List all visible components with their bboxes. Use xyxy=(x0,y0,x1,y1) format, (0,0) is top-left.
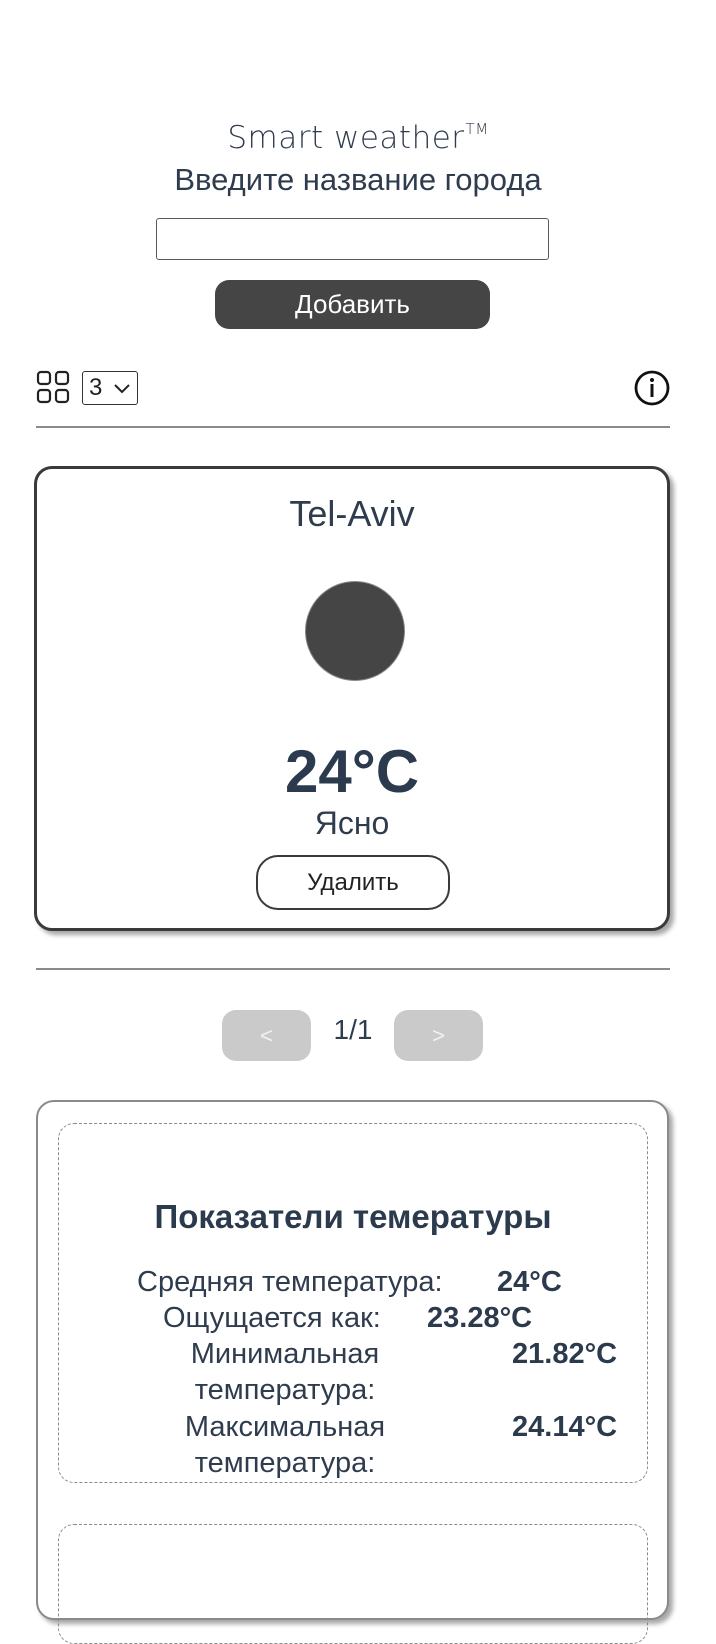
weather-circle-icon xyxy=(305,581,405,681)
secondary-section xyxy=(58,1524,648,1644)
stat-value-feels-like: 23.28°C xyxy=(427,1302,533,1334)
prev-page-button[interactable]: < xyxy=(222,1010,311,1061)
top-divider xyxy=(36,426,670,428)
stat-value-min: 21.82°C xyxy=(512,1338,618,1370)
city-prompt: Введите название города xyxy=(174,162,542,197)
brand-name: Smart weather xyxy=(227,120,465,156)
stats-section: Показатели темературы Средняя температур… xyxy=(58,1123,648,1483)
stat-label-min: Минимальная температура: xyxy=(190,1338,380,1406)
weather-condition: Ясно xyxy=(314,805,390,841)
stat-label-max: Максимальная температура: xyxy=(184,1411,386,1479)
bottom-divider xyxy=(36,968,670,970)
city-name: Tel-Aviv xyxy=(289,493,415,534)
chevron-down-icon xyxy=(114,384,130,394)
delete-city-button[interactable]: Удалить xyxy=(256,855,450,910)
trademark-mark: TM xyxy=(465,120,489,138)
cards-per-page-value: 3 xyxy=(89,374,103,401)
stat-label-feels-like: Ощущается как: xyxy=(163,1302,381,1334)
next-page-button[interactable]: > xyxy=(394,1010,483,1061)
brand-title: Smart weatherTM xyxy=(0,120,716,156)
page-indicator: 1/1 xyxy=(333,1014,373,1045)
weather-card: Tel-Aviv 24°C Ясно Удалить xyxy=(34,466,670,931)
info-icon[interactable] xyxy=(632,368,672,408)
temperature-stats-panel: Показатели темературы Средняя температур… xyxy=(36,1100,669,1644)
add-city-button[interactable]: Добавить xyxy=(215,280,490,329)
cards-per-page-select[interactable]: 3 xyxy=(82,371,138,405)
city-input[interactable] xyxy=(156,218,549,260)
grid-icon[interactable] xyxy=(36,370,70,404)
stat-label-average: Средняя температура: xyxy=(137,1266,443,1298)
stats-title: Показатели темературы xyxy=(154,1198,552,1235)
temperature-value: 24°C xyxy=(284,738,420,805)
stat-value-average: 24°C xyxy=(497,1266,562,1298)
stat-value-max: 24.14°C xyxy=(512,1411,618,1443)
